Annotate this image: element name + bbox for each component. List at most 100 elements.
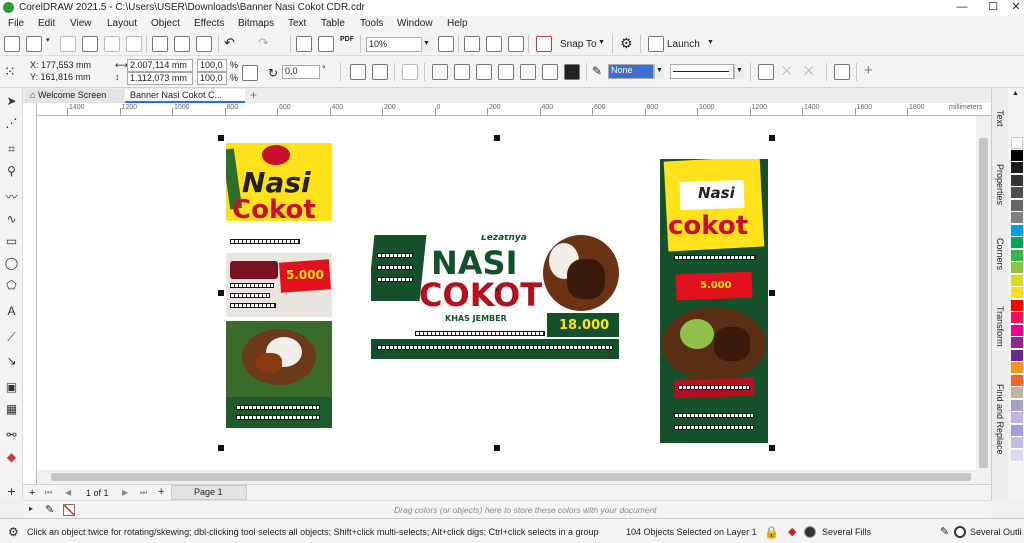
- close-button[interactable]: ✕: [1004, 0, 1024, 16]
- menu-text[interactable]: Text: [288, 18, 306, 29]
- boundary-icon[interactable]: [564, 64, 580, 80]
- drop-shadow-icon[interactable]: ▣: [4, 380, 19, 394]
- add-tool-icon[interactable]: +: [4, 484, 19, 498]
- tray-options-icon[interactable]: ▸: [29, 504, 33, 513]
- chevron-down-icon[interactable]: ▼: [421, 37, 431, 52]
- last-page-icon[interactable]: ⏭: [140, 488, 147, 498]
- menu-help[interactable]: Help: [447, 18, 468, 29]
- zoom-level-field[interactable]: 10%: [366, 37, 422, 52]
- polygon-tool-icon[interactable]: ⬠: [4, 278, 19, 292]
- palette-swatch[interactable]: [1011, 187, 1023, 199]
- horizontal-scrollbar[interactable]: [37, 470, 991, 484]
- menu-object[interactable]: Object: [151, 18, 180, 29]
- show-rulers-icon[interactable]: [464, 36, 480, 52]
- banner-right[interactable]: Nasi cokot 5.000: [660, 159, 768, 443]
- undo-icon[interactable]: ↶: [224, 35, 240, 51]
- back-minus-front-icon[interactable]: [542, 64, 558, 80]
- menu-tools[interactable]: Tools: [360, 18, 383, 29]
- previous-page-icon[interactable]: ◀: [65, 488, 71, 497]
- selection-handle[interactable]: [494, 135, 500, 141]
- palette-swatch[interactable]: [1011, 312, 1023, 324]
- palette-swatch[interactable]: [1011, 199, 1023, 212]
- docker-tab-find-and-replace[interactable]: Find and Replace: [995, 384, 1005, 455]
- selection-handle[interactable]: [769, 135, 775, 141]
- banner-left[interactable]: Nasi Cokot 5.000: [226, 143, 332, 428]
- menu-layout[interactable]: Layout: [107, 18, 137, 29]
- menu-view[interactable]: View: [70, 18, 92, 29]
- import-icon[interactable]: [296, 36, 312, 52]
- docker-tab-text[interactable]: Text: [995, 110, 1005, 127]
- eyedropper-icon[interactable]: ⚯: [4, 428, 19, 442]
- banner-center[interactable]: Lezatnya NASI COKOT KHAS JEMBER 18.000: [371, 235, 619, 359]
- tab-banner-document[interactable]: Banner Nasi Cokot C...: [125, 89, 245, 103]
- selection-handle[interactable]: [218, 445, 224, 451]
- cut-icon[interactable]: [152, 36, 168, 52]
- height-field[interactable]: 1.112,073 mm: [127, 72, 193, 85]
- selection-handle[interactable]: [494, 445, 500, 451]
- shape-tool-icon[interactable]: ⋰: [4, 116, 19, 130]
- export-pdf-icon[interactable]: PDF: [340, 36, 356, 52]
- palette-swatch[interactable]: [1011, 387, 1023, 399]
- eyedropper-icon[interactable]: ✎: [45, 503, 54, 516]
- palette-swatch[interactable]: [1011, 274, 1023, 287]
- line-style-field[interactable]: [670, 64, 734, 79]
- clear-transformations-icon[interactable]: ⨉: [782, 64, 798, 80]
- palette-swatch[interactable]: [1011, 362, 1023, 374]
- palette-swatch[interactable]: [1011, 237, 1023, 249]
- export-icon[interactable]: [318, 36, 334, 52]
- menu-effects[interactable]: Effects: [194, 18, 224, 29]
- palette-swatch[interactable]: [1011, 299, 1023, 312]
- horizontal-scroll-thumb[interactable]: [51, 473, 971, 481]
- menu-bitmaps[interactable]: Bitmaps: [238, 18, 274, 29]
- vertical-ruler[interactable]: [23, 103, 37, 484]
- transparency-tool-icon[interactable]: ▦: [4, 402, 19, 416]
- palette-swatch[interactable]: [1011, 399, 1023, 412]
- zoom-tool-icon[interactable]: ⚲: [4, 164, 19, 178]
- cloud-save-icon[interactable]: [82, 36, 98, 52]
- mirror-horizontal-icon[interactable]: [350, 64, 366, 80]
- artistic-media-icon[interactable]: ∿: [4, 212, 19, 226]
- new-document-icon[interactable]: [4, 36, 20, 52]
- copy-icon[interactable]: [174, 36, 190, 52]
- palette-swatch[interactable]: [1011, 149, 1023, 162]
- palette-swatch[interactable]: [1011, 449, 1023, 462]
- palette-swatch[interactable]: [1011, 174, 1023, 187]
- selection-handle[interactable]: [218, 290, 224, 296]
- selection-handle[interactable]: [769, 445, 775, 451]
- selection-handle[interactable]: [769, 290, 775, 296]
- palette-swatch[interactable]: [1011, 224, 1023, 237]
- scale-width-field[interactable]: 100,0: [197, 59, 227, 72]
- no-color-swatch[interactable]: [63, 504, 75, 516]
- palette-swatch[interactable]: [1011, 337, 1023, 349]
- palette-swatch[interactable]: [1011, 212, 1023, 224]
- weld-icon[interactable]: [432, 64, 448, 80]
- menu-edit[interactable]: Edit: [38, 18, 55, 29]
- add-page-icon[interactable]: +: [29, 487, 35, 499]
- freehand-tool-icon[interactable]: 〰: [4, 190, 19, 204]
- menu-file[interactable]: File: [8, 18, 24, 29]
- first-page-icon[interactable]: ⏮: [45, 488, 52, 498]
- palette-swatch[interactable]: [1011, 374, 1023, 387]
- y-position-field[interactable]: Y: 161,816 mm: [28, 72, 104, 85]
- scale-height-field[interactable]: 100,0: [197, 72, 227, 85]
- palette-swatch[interactable]: [1011, 349, 1023, 362]
- maximize-button[interactable]: ☐: [981, 0, 1005, 16]
- page-tab[interactable]: Page 1: [171, 485, 247, 500]
- snap-off-icon[interactable]: [536, 36, 552, 52]
- next-page-icon[interactable]: ▶: [122, 488, 128, 497]
- wrap-text-icon[interactable]: ⨉: [804, 64, 820, 80]
- options-gear-icon[interactable]: ⚙: [620, 35, 636, 51]
- menu-table[interactable]: Table: [321, 18, 345, 29]
- horizontal-ruler[interactable]: 1400 1200 1000 800 600 400 200 0 200 400 600 800 100…: [37, 103, 991, 116]
- paste-icon[interactable]: [196, 36, 212, 52]
- show-grid-icon[interactable]: [486, 36, 502, 52]
- palette-swatch[interactable]: [1011, 324, 1023, 337]
- palette-swatch[interactable]: [1011, 137, 1023, 149]
- palette-swatch[interactable]: [1011, 262, 1023, 274]
- palette-swatch[interactable]: [1011, 412, 1023, 424]
- palette-swatch[interactable]: [1011, 287, 1023, 299]
- text-tool-icon[interactable]: A: [4, 304, 19, 318]
- full-screen-icon[interactable]: [438, 36, 454, 52]
- add-toolbar-item-icon[interactable]: +: [864, 62, 880, 79]
- palette-swatch[interactable]: [1011, 437, 1023, 449]
